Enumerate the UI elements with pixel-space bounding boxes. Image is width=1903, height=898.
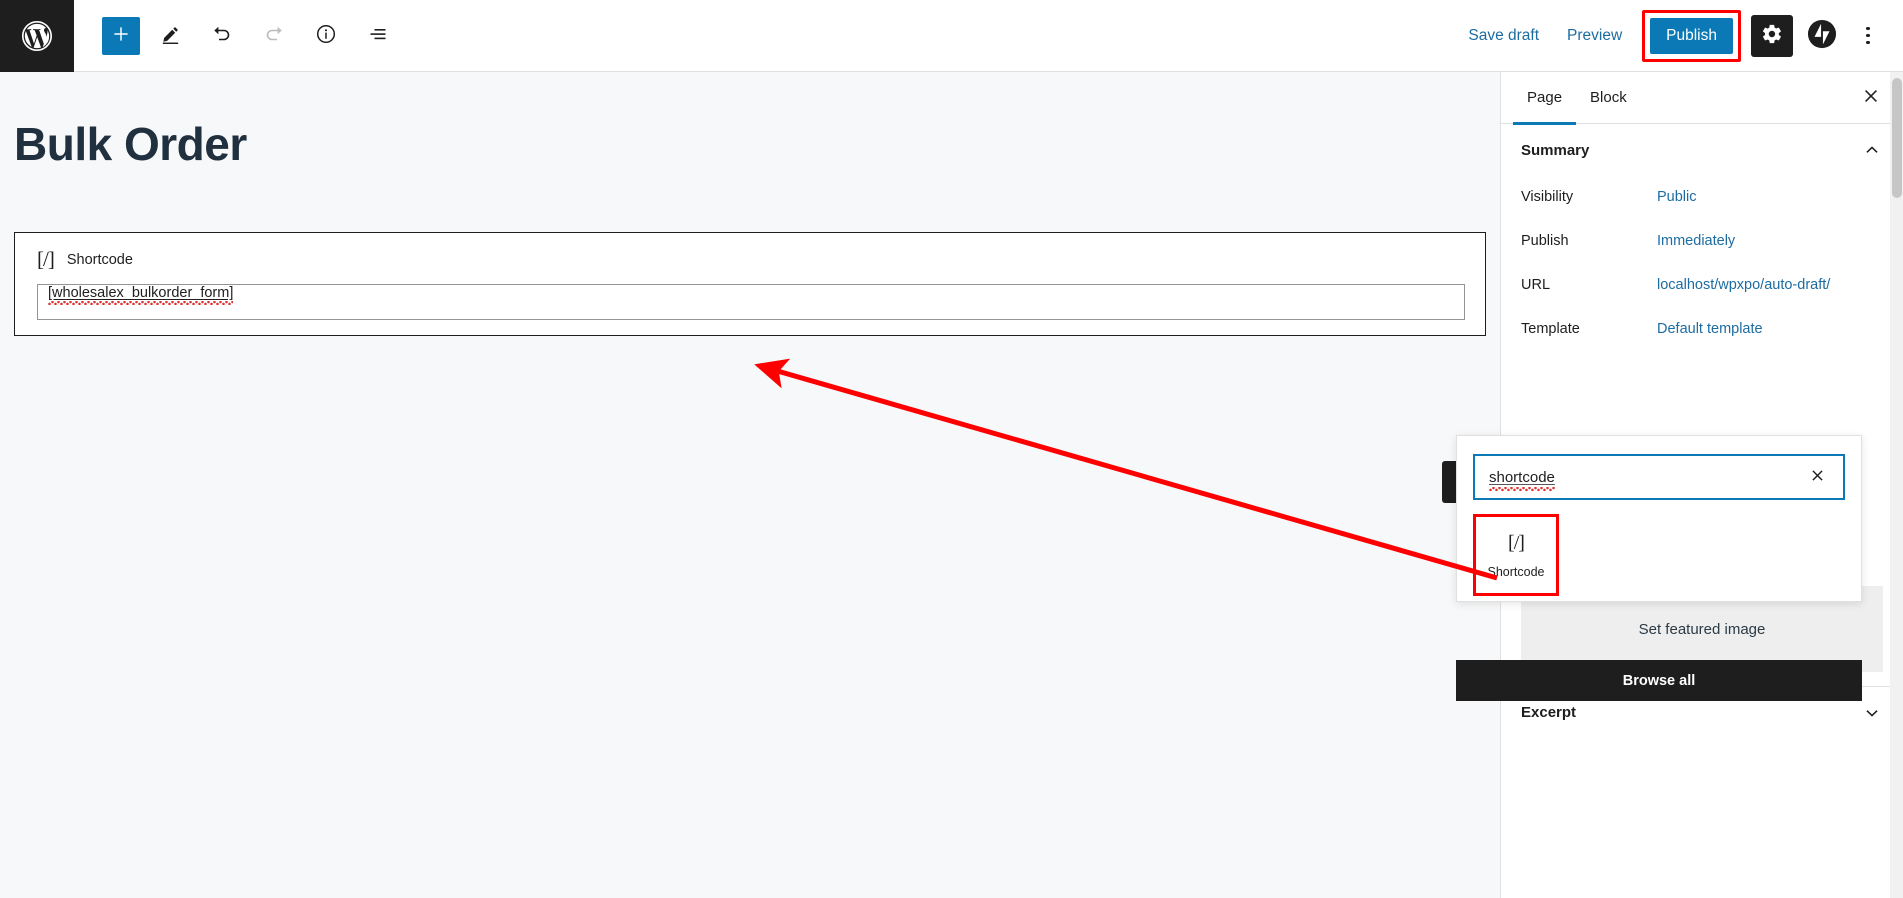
summary-panel-header[interactable]: Summary (1501, 124, 1903, 176)
sidebar-tab-bar: Page Block (1501, 72, 1903, 125)
info-icon (314, 22, 338, 49)
undo-button[interactable] (200, 14, 244, 58)
block-item-shortcode[interactable]: [/] Shortcode (1473, 514, 1559, 596)
plus-icon (110, 23, 132, 48)
summary-row-url: URL localhost/wpxpo/auto-draft/ (1521, 264, 1883, 308)
undo-icon (210, 22, 234, 49)
shortcode-input-wrapper: [wholesalex_bulkorder_form] (15, 272, 1485, 320)
shortcode-block[interactable]: [/] Shortcode [wholesalex_bulkorder_form… (14, 232, 1486, 336)
close-sidebar-button[interactable] (1855, 82, 1887, 114)
url-value[interactable]: localhost/wpxpo/auto-draft/ (1657, 270, 1830, 296)
gear-icon (1761, 23, 1783, 48)
shortcode-input-value: [wholesalex_bulkorder_form] (48, 285, 234, 301)
shortcode-input[interactable]: [wholesalex_bulkorder_form] (37, 284, 1465, 320)
close-icon (1861, 86, 1881, 109)
jetpack-icon (1807, 19, 1837, 52)
details-button[interactable] (304, 14, 348, 58)
shortcode-block-label: Shortcode (66, 251, 133, 268)
template-label: Template (1521, 321, 1580, 337)
summary-rows: Visibility Public Publish Immediately UR… (1501, 176, 1903, 352)
editor-header: Save draft Preview Publish (0, 0, 1903, 72)
save-draft-button[interactable]: Save draft (1454, 19, 1553, 53)
visibility-label: Visibility (1521, 189, 1574, 205)
publish-label: Publish (1521, 233, 1569, 249)
wordpress-logo-icon[interactable] (0, 0, 74, 72)
block-search-input[interactable]: shortcode (1473, 454, 1845, 500)
block-inserter-popover: shortcode [/] Shortcode (1456, 435, 1862, 602)
inserter-search-wrapper: shortcode (1457, 436, 1861, 500)
set-featured-image-label: Set featured image (1638, 620, 1766, 638)
summary-row-template: Template Default template (1521, 308, 1883, 352)
list-view-button[interactable] (356, 14, 400, 58)
visibility-value[interactable]: Public (1657, 182, 1697, 208)
clear-search-button[interactable] (1805, 465, 1829, 489)
tab-block[interactable]: Block (1576, 72, 1641, 124)
block-editor-app: Save draft Preview Publish Bulk Order [/… (0, 0, 1903, 898)
add-block-button[interactable] (102, 16, 140, 55)
header-tools-group (74, 14, 400, 58)
summary-row-publish: Publish Immediately (1521, 220, 1883, 264)
excerpt-panel-title: Excerpt (1521, 704, 1577, 721)
redo-icon (262, 22, 286, 49)
url-label: URL (1521, 277, 1551, 293)
shortcode-value-wrapper: [wholesalex_bulkorder_form] (48, 285, 233, 301)
browse-all-button[interactable]: Browse all (1456, 660, 1862, 701)
summary-row-visibility: Visibility Public (1521, 176, 1883, 220)
shortcode-icon: [/] (1508, 531, 1525, 554)
page-title[interactable]: Bulk Order (14, 117, 1500, 171)
publish-highlight-box: Publish (1642, 9, 1741, 62)
publish-button[interactable]: Publish (1650, 17, 1733, 54)
chevron-down-icon (1861, 702, 1883, 724)
sidebar-scrollbar-thumb[interactable] (1892, 78, 1902, 198)
vertical-dots-icon (1866, 26, 1870, 45)
preview-button[interactable]: Preview (1553, 19, 1636, 53)
block-item-label: Shortcode (1487, 564, 1545, 579)
summary-panel-title: Summary (1521, 141, 1590, 159)
chevron-up-icon (1861, 139, 1883, 161)
jetpack-button[interactable] (1803, 17, 1841, 55)
tab-page[interactable]: Page (1513, 72, 1577, 125)
close-icon (1809, 467, 1826, 487)
editor-canvas: Bulk Order [/] Shortcode [wholesalex_bul… (0, 72, 1500, 898)
options-button[interactable] (1849, 14, 1887, 58)
header-actions-group: Save draft Preview Publish (1454, 9, 1903, 62)
shortcode-icon: [/] (37, 247, 55, 271)
block-search-value: shortcode (1489, 468, 1555, 491)
settings-button[interactable] (1751, 14, 1793, 57)
redo-button[interactable] (252, 14, 296, 58)
pencil-icon (159, 23, 182, 49)
list-view-icon (366, 22, 390, 49)
publish-value[interactable]: Immediately (1657, 226, 1735, 252)
tools-button[interactable] (148, 14, 192, 58)
shortcode-block-header: [/] Shortcode (15, 233, 1485, 272)
block-search-results: [/] Shortcode (1457, 500, 1861, 596)
template-value[interactable]: Default template (1657, 314, 1763, 340)
